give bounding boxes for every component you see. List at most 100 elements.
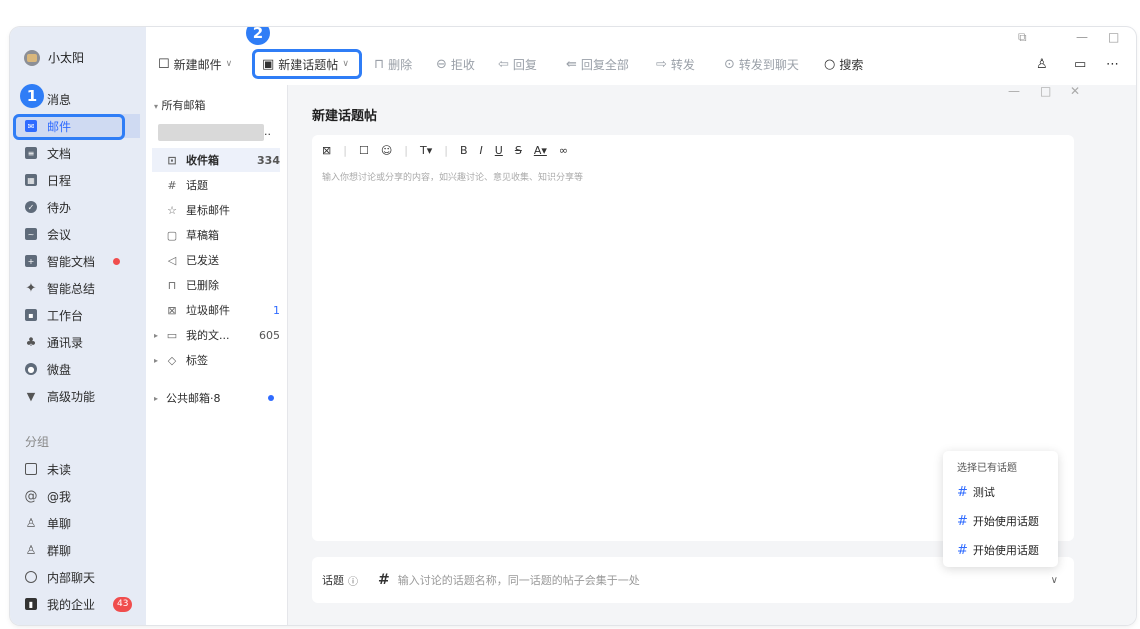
annotation-badge-1: 1 [20,84,44,108]
annotation-highlight-mail [13,114,125,140]
person-icon: ♙ [25,516,37,530]
maximize-icon[interactable]: □ [1108,30,1119,44]
group-icon: ♙ [25,543,37,557]
topic-option[interactable]: # 测试 [957,484,995,500]
nav-item-unread[interactable]: 未读 [16,457,140,481]
folder-public-mailbox[interactable]: ▸ 公共邮箱·8 [152,386,280,410]
doc-icon: ≡ [25,147,37,159]
nav-item-smart-doc[interactable]: + 智能文档 [16,249,140,273]
hashtag-icon: # [957,484,968,500]
folder-deleted[interactable]: ⊓ 已删除 [152,273,280,297]
text-color-icon[interactable]: A▾ [534,144,547,157]
reply-all-button[interactable]: ⇚ 回复全部 [566,54,629,74]
more-icon[interactable]: ⋯ [1106,54,1119,74]
topic-option[interactable]: # 开始使用话题 [957,513,1039,529]
image-icon[interactable]: ⊠ [322,144,331,157]
strikethrough-icon[interactable]: S [515,144,522,157]
compose-icon: ☐ [158,56,170,72]
delete-button[interactable]: ⊓ 删除 [374,54,412,74]
pin-window-icon[interactable]: ⧉ [1018,30,1027,45]
folder-icon: ▭ [166,328,178,342]
all-mailboxes-header[interactable]: ▾ 所有邮箱 [154,97,206,113]
close-icon[interactable]: ✕ [1070,84,1080,98]
expand-icon: ▸ [154,355,159,365]
format-toolbar: ⊠ | ☐ ☺ | T▾ | B I U S A▾ ∞ [322,144,569,157]
folder-spam[interactable]: ⊠ 垃圾邮件 1 [152,298,280,322]
forward-button[interactable]: ⇨ 转发 [656,54,695,74]
send-icon: ◁ [167,253,177,267]
underline-icon[interactable]: U [495,144,503,157]
nav-item-contacts[interactable]: ♣ 通讯录 [16,330,140,354]
profile-switch-icon[interactable]: ♙ [1036,54,1048,74]
unread-count-badge: 43 [113,596,133,612]
reply-button[interactable]: ⇦ 回复 [498,54,537,74]
hashtag-icon: # [378,572,390,588]
nav-item-single-chat[interactable]: ♙ 单聊 [16,511,140,535]
new-mail-button[interactable]: ☐ 新建邮件 ∨ [158,54,232,74]
forward-to-chat-button[interactable]: ⊙ 转发到聊天 [724,54,799,74]
right-panel-strip [1095,85,1136,625]
nav-item-smart-summary[interactable]: ✦ 智能总结 [16,276,140,300]
nav-item-group-chat[interactable]: ♙ 群聊 [16,538,140,562]
todo-icon: ✓ [25,201,37,213]
editor-placeholder: 输入你想讨论或分享的内容，如兴趣讨论、意见收集、知识分享等 [322,173,584,183]
nav-item-drive[interactable]: ● 微盘 [16,357,140,381]
topic-label: 话题 ⓘ [322,573,358,588]
nav-item-company[interactable]: ▮ 我的企业 43 [16,592,140,616]
search-icon: ○ [824,56,836,72]
nav-item-docs[interactable]: ≡ 文档 [16,141,140,165]
maximize-icon[interactable]: □ [1040,84,1051,98]
folder-drafts[interactable]: ▢ 草稿箱 [152,223,280,247]
font-size-icon[interactable]: T▾ [420,144,432,157]
reply-icon: ⇦ [498,56,509,72]
drive-icon: ● [25,363,37,375]
topic-input[interactable]: 输入讨论的话题名称，同一话题的帖子会集于一处 [398,572,640,588]
chevron-down-icon: ∨ [225,59,233,69]
folder-sent[interactable]: ◁ 已发送 [152,248,280,272]
layout-icon[interactable]: ▭ [1074,54,1086,74]
nav-item-advanced[interactable]: ▼ 高级功能 [16,384,140,408]
annotation-highlight-new-topic [252,49,362,79]
nav-item-workbench[interactable]: ▪ 工作台 [16,303,140,327]
reject-button[interactable]: ⊖ 拒收 [436,54,475,74]
unread-icon [25,463,37,475]
sparkle-icon: ✦ [25,280,37,296]
avatar[interactable] [24,49,40,66]
tag-icon: ◇ [167,353,177,367]
nav-item-meeting[interactable]: ~ 会议 [16,222,140,246]
italic-icon[interactable]: I [480,144,483,157]
chevron-down-icon[interactable]: ∨ [1051,575,1058,586]
folder-my-folders[interactable]: ▸ ▭ 我的文... 605 [152,323,280,347]
minimize-icon[interactable]: — [1076,30,1088,44]
user-profile[interactable]: 小太阳 [24,49,84,66]
folder-tags[interactable]: ▸ ◇ 标签 [152,348,280,372]
bold-icon[interactable]: B [460,144,468,157]
trash-icon: ⊓ [374,56,385,72]
search-button[interactable]: ○ 搜索 [824,54,863,74]
folder-topics[interactable]: # 话题 [152,173,280,197]
attachment-icon[interactable]: ☐ [359,144,369,157]
nav-item-calendar[interactable]: ▦ 日程 [16,168,140,192]
nav-item-at-me[interactable]: @ @我 [16,484,140,508]
link-icon[interactable]: ∞ [559,144,568,157]
folder-starred[interactable]: ☆ 星标邮件 [152,198,280,222]
expand-icon: ▸ [154,330,159,340]
minimize-icon[interactable]: — [1008,84,1020,98]
calendar-icon: ▦ [25,174,37,186]
at-icon: @ [24,488,38,504]
nav-item-internal-chat[interactable]: 内部聊天 [16,565,140,589]
info-icon[interactable]: ⓘ [348,573,358,588]
user-name: 小太阳 [48,51,85,65]
reply-all-icon: ⇚ [566,56,577,72]
draft-icon: ▢ [166,228,178,242]
nav-item-todo[interactable]: ✓ 待办 [16,195,140,219]
reject-icon: ⊖ [436,56,447,72]
collapse-icon: ▾ [154,102,159,111]
account-name-redacted[interactable] [158,124,264,141]
spam-icon: ⊠ [167,303,177,317]
topic-option[interactable]: # 开始使用话题 [957,542,1039,558]
advanced-icon: ▼ [26,389,36,403]
topic-suggestion-popup: 选择已有话题 # 测试 # 开始使用话题 # 开始使用话题 [943,451,1058,567]
emoji-icon[interactable]: ☺ [381,144,392,157]
folder-inbox[interactable]: ⊡ 收件箱 334 [152,148,280,172]
